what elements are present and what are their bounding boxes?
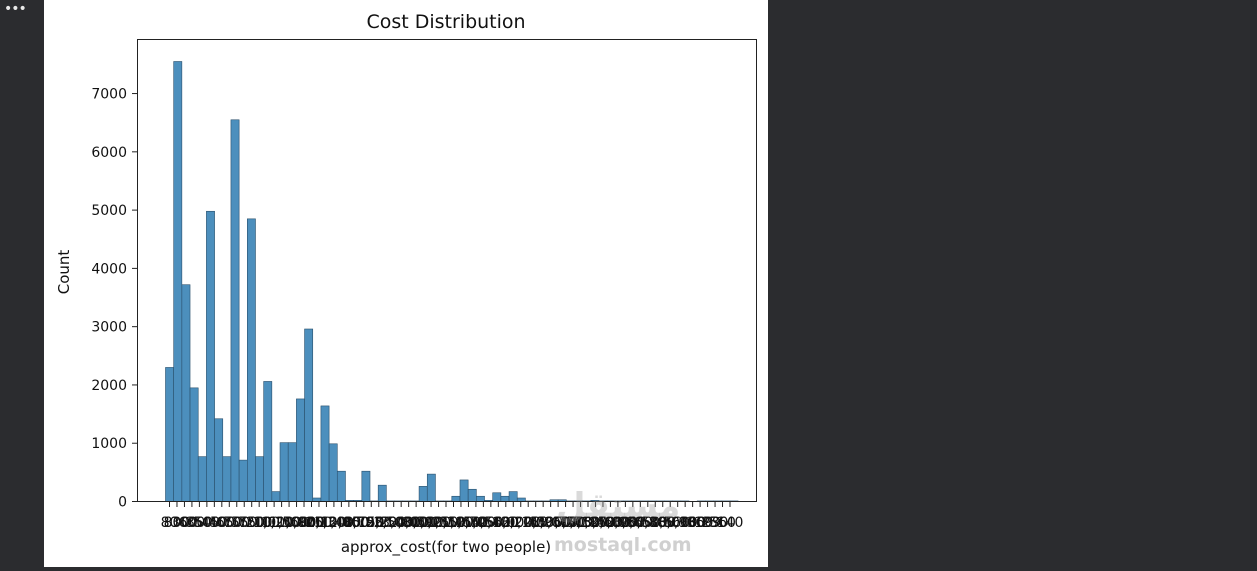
y-axis-label: Count	[55, 250, 73, 295]
bar	[181, 284, 191, 502]
x-axis: 8080030060035050045040065070055075020010…	[161, 501, 744, 531]
y-tick-label: 3000	[91, 320, 127, 336]
y-tick-label: 0	[118, 495, 127, 511]
y-tick-label: 7000	[91, 87, 127, 103]
y-tick-label: 5000	[91, 203, 127, 219]
bar	[165, 367, 174, 502]
histogram-chart: Cost Distribution Count approx_cost(for …	[55, 11, 757, 557]
y-tick-label: 4000	[91, 261, 127, 277]
cell-output: Cost Distribution Count approx_cost(for …	[44, 0, 768, 567]
bar	[459, 479, 469, 502]
bar	[336, 470, 346, 502]
bar	[508, 491, 518, 502]
x-tick-label: 140	[717, 515, 744, 531]
bar	[247, 218, 256, 502]
y-tick-label: 2000	[91, 378, 127, 394]
bar	[255, 456, 264, 502]
bar	[492, 492, 502, 502]
bar	[287, 442, 297, 502]
right-pane	[768, 0, 1257, 571]
bar	[328, 443, 338, 502]
bar	[271, 491, 281, 502]
bar	[418, 486, 428, 502]
more-horizontal-icon[interactable]: •••	[4, 0, 27, 18]
bar	[500, 495, 510, 502]
bar	[214, 418, 224, 502]
bar	[312, 497, 322, 502]
bar	[320, 405, 330, 502]
bottom-bar	[44, 567, 768, 571]
bar	[467, 488, 477, 502]
bar	[377, 484, 387, 502]
y-tick-label: 1000	[91, 436, 127, 452]
bar	[279, 442, 289, 502]
bar	[189, 387, 199, 502]
bar	[426, 473, 436, 502]
bar	[238, 459, 248, 502]
x-axis-label: approx_cost(for two people)	[341, 538, 551, 557]
bar	[206, 210, 215, 502]
bar	[197, 456, 207, 502]
bars-group	[165, 61, 739, 502]
y-tick-label: 6000	[91, 145, 127, 161]
bar	[304, 328, 314, 502]
chart-title: Cost Distribution	[366, 11, 525, 33]
left-gutter: •••	[0, 0, 44, 571]
bar	[361, 470, 371, 502]
bar	[296, 398, 305, 502]
bar	[222, 456, 232, 502]
bar	[451, 495, 461, 502]
bar	[263, 381, 273, 502]
bar	[516, 497, 526, 502]
bar	[476, 495, 485, 502]
plot-frame	[137, 39, 757, 502]
y-axis: 0 1000 2000 3000 4000 5000 6000 7000	[91, 87, 138, 511]
bar	[230, 119, 240, 502]
bar	[173, 61, 183, 502]
